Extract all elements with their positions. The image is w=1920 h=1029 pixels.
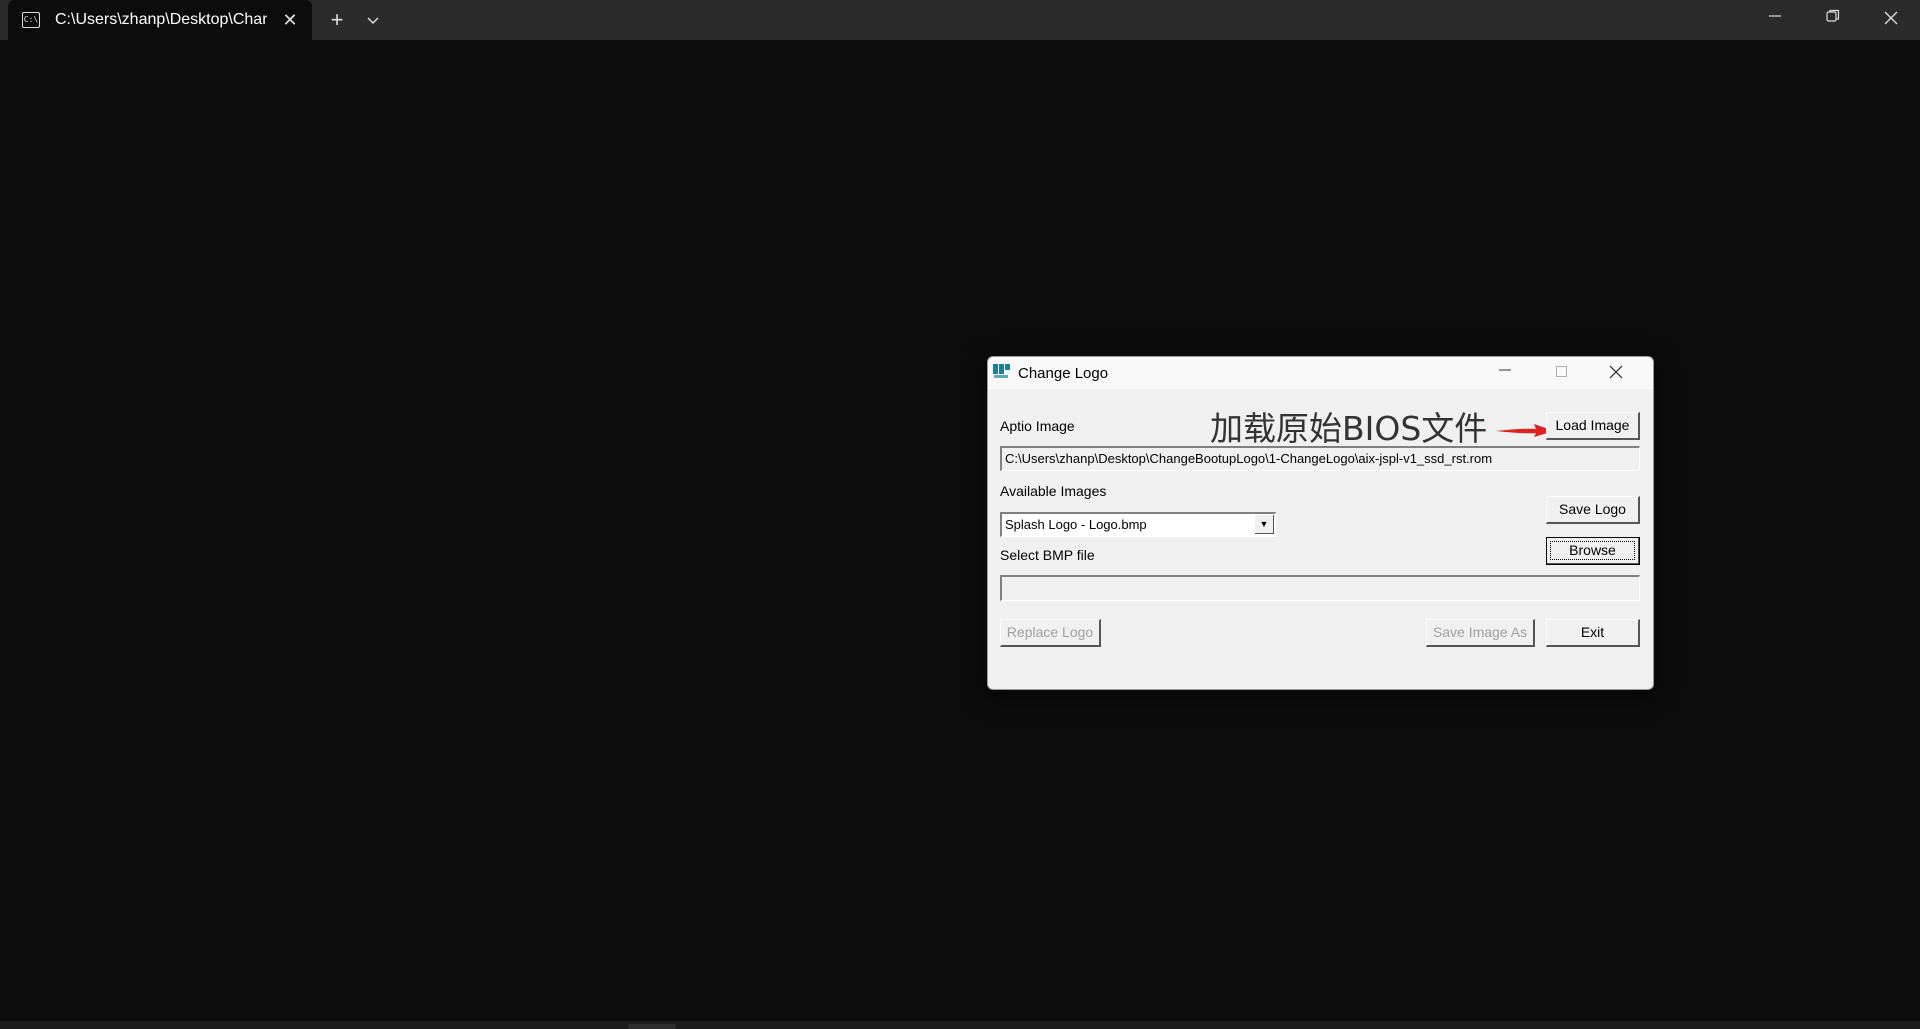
chevron-down-icon[interactable]: ▼ — [1255, 515, 1274, 534]
replace-logo-button[interactable]: Replace Logo — [1000, 619, 1101, 647]
dialog-minimize-button[interactable] — [1490, 361, 1520, 385]
new-tab-button[interactable]: + — [324, 8, 350, 32]
close-window-button[interactable] — [1868, 0, 1914, 40]
app-logo-icon — [993, 364, 1010, 378]
minimize-button[interactable] — [1752, 0, 1798, 40]
tab-dropdown-button[interactable] — [360, 8, 386, 32]
dialog-title: Change Logo — [1018, 365, 1109, 382]
tab-close-icon[interactable]: ✕ — [278, 8, 302, 32]
taskbar-strip — [0, 1021, 1920, 1029]
bmp-path-field[interactable] — [1000, 575, 1640, 601]
available-images-value: Splash Logo - Logo.bmp — [1005, 517, 1147, 532]
maximize-icon — [1555, 366, 1567, 377]
terminal-tab-bar: C:\ C:\Users\zhanp\Desktop\Chan ✕ + — [0, 0, 1920, 40]
aptio-path-field[interactable]: C:\Users\zhanp\Desktop\ChangeBootupLogo\… — [1000, 446, 1640, 471]
browse-button[interactable]: Browse — [1546, 537, 1640, 565]
close-icon — [1609, 365, 1623, 379]
restore-icon — [1826, 9, 1840, 22]
minimize-icon — [1499, 369, 1511, 371]
save-image-as-button[interactable]: Save Image As — [1426, 619, 1535, 647]
dialog-close-button[interactable] — [1601, 361, 1631, 385]
aptio-image-label: Aptio Image — [1000, 418, 1075, 434]
minimize-icon — [1769, 15, 1781, 17]
terminal-icon: C:\ — [22, 12, 40, 28]
available-images-select[interactable]: Splash Logo - Logo.bmp ▼ — [1000, 512, 1276, 537]
dialog-title-bar[interactable]: Change Logo — [988, 357, 1653, 389]
change-logo-dialog: Change Logo Aptio Image 加载原始BIOS文件 Load … — [987, 356, 1654, 690]
terminal-tab[interactable]: C:\ C:\Users\zhanp\Desktop\Chan ✕ — [8, 0, 312, 40]
focus-rectangle — [1550, 541, 1635, 560]
load-image-button[interactable]: Load Image — [1546, 412, 1640, 440]
exit-button[interactable]: Exit — [1546, 619, 1640, 647]
tab-title: C:\Users\zhanp\Desktop\Chan — [55, 11, 267, 28]
select-bmp-label: Select BMP file — [1000, 547, 1095, 563]
annotation-text: 加载原始BIOS文件 — [1210, 409, 1488, 448]
available-images-label: Available Images — [1000, 483, 1107, 499]
save-logo-button[interactable]: Save Logo — [1546, 496, 1640, 524]
chevron-down-icon — [367, 17, 379, 25]
dialog-maximize-button — [1546, 361, 1576, 385]
restore-button[interactable] — [1810, 0, 1856, 40]
taskbar-indicator — [628, 1024, 676, 1029]
close-icon — [1884, 11, 1898, 25]
